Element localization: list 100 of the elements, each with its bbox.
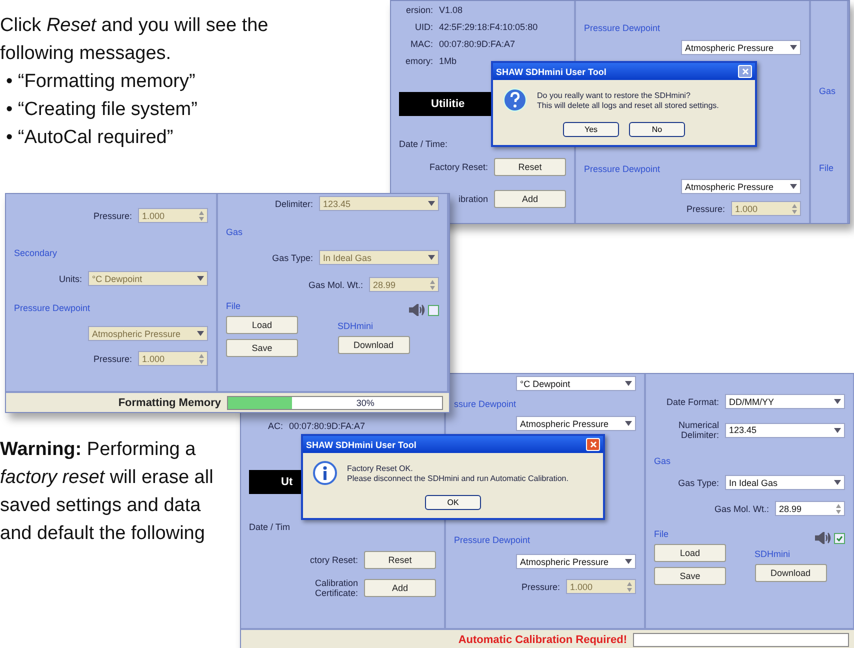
chevron-down-icon <box>197 276 204 281</box>
group-title: File <box>819 163 835 173</box>
group-title: Gas <box>226 227 244 237</box>
spinner-arrows-icon <box>836 504 841 514</box>
info-value: 00:07:80:9D:FA:A7 <box>439 39 516 49</box>
chevron-down-icon <box>834 428 841 432</box>
field-label: Gas Mol. Wt.: <box>308 280 363 290</box>
dropdown-field[interactable]: DD/MM/YY <box>725 394 845 409</box>
field-label: Calibration Certificate: <box>314 578 358 598</box>
action-button[interactable]: Add <box>364 579 436 597</box>
progress-reading: 30% <box>356 396 374 408</box>
close-icon <box>590 441 596 448</box>
dropdown-field[interactable]: Atmospheric Pressure <box>681 40 801 55</box>
spinner-arrows-icon <box>199 210 204 220</box>
action-button[interactable]: Reset <box>494 158 566 176</box>
action-button[interactable]: Add <box>494 190 566 208</box>
group-title: File <box>654 529 669 539</box>
file-button[interactable]: Save <box>654 567 726 585</box>
info-label: AC: <box>266 421 283 431</box>
dropdown-field[interactable]: Atmospheric Pressure <box>516 416 636 431</box>
group-title: SDHmini <box>754 549 790 559</box>
file-button[interactable]: Load <box>654 544 726 562</box>
dropdown-field[interactable]: Atmospheric Pressure <box>681 179 801 194</box>
field-label: Delimiter: <box>274 198 313 208</box>
spinner-arrows-icon <box>430 280 435 290</box>
status-text: Formatting Memory <box>117 396 221 408</box>
dropdown-field[interactable]: In Ideal Gas <box>725 475 845 490</box>
question-icon <box>503 88 527 112</box>
info-value: 42:5F:29:18:F4:10:05:80 <box>439 22 539 32</box>
bullet-item: • “AutoCal required” <box>5 126 174 150</box>
chevron-down-icon <box>197 331 204 336</box>
dialog-title: SHAW SDHmini User Tool <box>496 66 606 76</box>
chevron-down-icon <box>625 559 632 564</box>
field-label: Pressure: <box>521 582 560 592</box>
speaker-icon <box>409 304 425 316</box>
action-button[interactable]: Reset <box>364 551 436 569</box>
group-title: Gas <box>654 456 672 466</box>
dialog-button[interactable]: OK <box>425 495 481 510</box>
close-button[interactable] <box>586 438 600 451</box>
group-title: ssure Dewpoint <box>454 399 518 409</box>
dropdown-field[interactable]: Atmospheric Pressure <box>516 554 636 569</box>
warning-text: Warning: Performing a factory reset will erase all saved settings and data and default the following <box>0 438 214 546</box>
field-label: Gas Type: <box>272 252 313 262</box>
chevron-down-icon <box>834 399 841 404</box>
chevron-down-icon <box>790 45 797 50</box>
number-field[interactable]: 28.99 <box>775 501 845 516</box>
sound-checkbox[interactable] <box>834 532 845 544</box>
chevron-down-icon <box>625 381 632 386</box>
chevron-down-icon <box>834 480 841 485</box>
dropdown-field[interactable]: 123.45 <box>725 422 845 438</box>
field-label: Pressure: <box>93 210 132 220</box>
info-value: 00:07:80:9D:FA:A7 <box>289 421 366 431</box>
close-button[interactable] <box>738 65 752 78</box>
spinner-arrows-icon <box>199 354 204 364</box>
sound-checkbox[interactable] <box>428 304 439 316</box>
chevron-down-icon <box>428 255 435 260</box>
field-label: Pressure: <box>686 204 725 214</box>
download-button[interactable]: Download <box>754 564 826 582</box>
group-title: Pressure Dewpoint <box>454 535 532 545</box>
status-text: Automatic Calibration Required! <box>457 634 627 646</box>
field-label: Gas Type: <box>678 478 719 488</box>
field-label: Gas Mol. Wt.: <box>714 504 769 514</box>
spinner-arrows-icon <box>792 204 797 214</box>
chevron-down-icon <box>790 184 797 189</box>
dropdown-field[interactable]: °C Dewpoint <box>516 376 636 391</box>
chevron-down-icon <box>625 421 632 426</box>
dialog-button[interactable]: No <box>629 122 685 137</box>
dialog-button[interactable]: Yes <box>563 122 619 137</box>
file-button[interactable]: Save <box>226 339 298 357</box>
field-label: ctory Reset: <box>310 555 358 565</box>
group-title: SDHmini <box>338 321 374 331</box>
group-title: Pressure Dewpoint <box>584 164 662 174</box>
instruction-text: Click Reset and you will see the following messages. <box>0 14 270 66</box>
field-label: ibration <box>458 194 488 204</box>
chevron-down-icon <box>428 201 435 206</box>
dialog-title: SHAW SDHmini User Tool <box>306 440 416 450</box>
info-value: 1Mb <box>439 56 458 66</box>
field-label: Factory Reset: <box>429 162 488 172</box>
speaker-icon <box>815 532 831 544</box>
info-label: UID: <box>414 22 433 32</box>
field-label: Date Format: <box>666 396 719 406</box>
spinner-arrows-icon <box>627 582 632 592</box>
file-button[interactable]: Load <box>226 316 298 334</box>
field-label: Pressure: <box>93 354 132 364</box>
bullet-item: • “Creating file system” <box>5 98 198 122</box>
info-label: MAC: <box>410 39 433 49</box>
field-label: Date / Time: <box>399 139 448 149</box>
info-label: emory: <box>404 56 433 66</box>
field-label: Units: <box>58 274 82 284</box>
download-button[interactable]: Download <box>338 336 410 354</box>
close-icon <box>742 68 748 75</box>
info-value: V1.08 <box>439 5 464 15</box>
dialog-message: Factory Reset OK. <box>347 464 414 472</box>
check-icon <box>836 534 843 542</box>
group-title: File <box>226 301 241 311</box>
field-label: Numerical Delimiter: <box>677 420 719 440</box>
group-title: Pressure Dewpoint <box>584 23 662 33</box>
info-icon <box>313 461 337 485</box>
info-label: ersion: <box>404 5 433 15</box>
group-title: Pressure Dewpoint <box>14 303 92 313</box>
